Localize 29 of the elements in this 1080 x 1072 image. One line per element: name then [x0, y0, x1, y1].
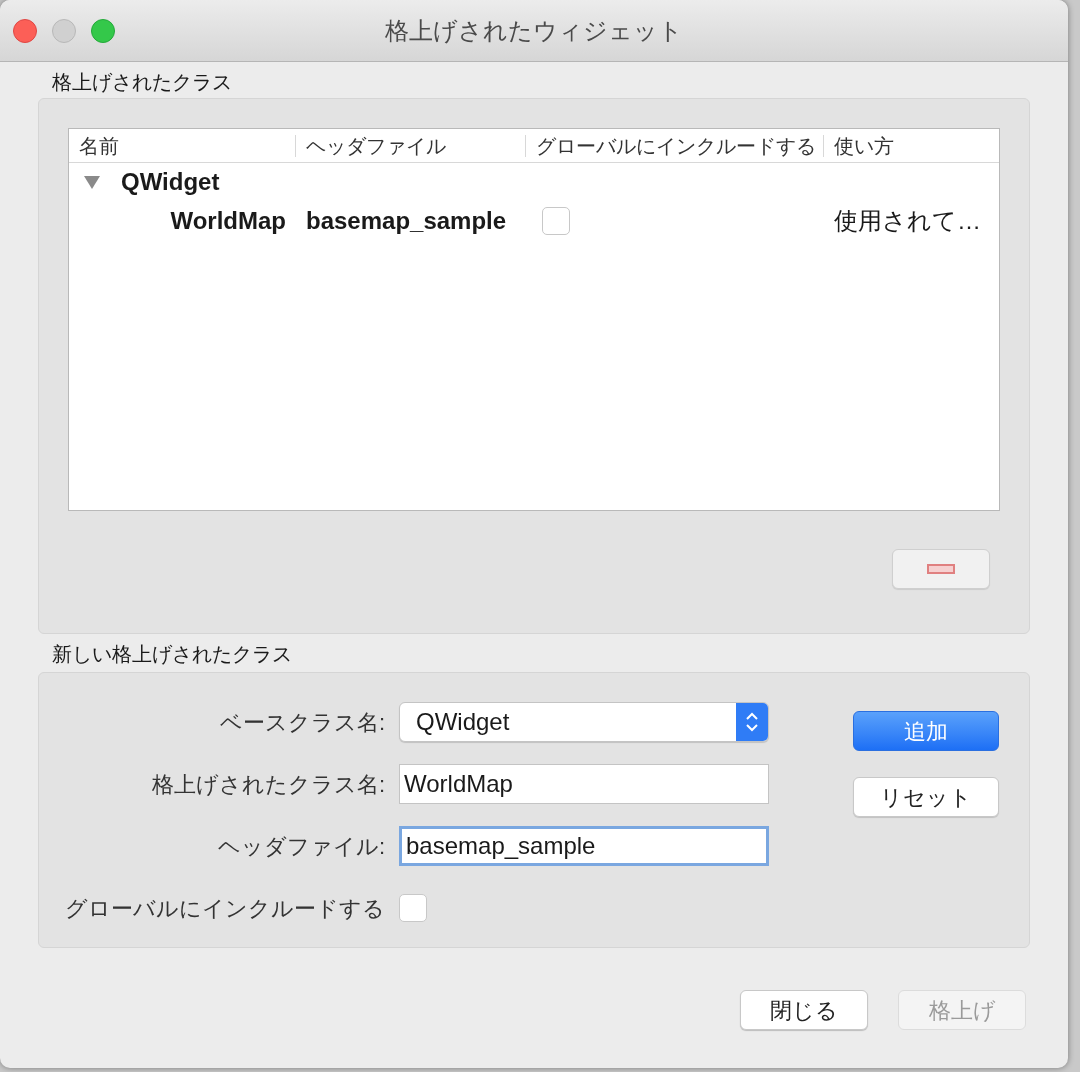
dropdown[interactable]: QWidget	[399, 702, 769, 742]
column-header[interactable]: 名前	[79, 130, 119, 161]
class-name: QWidget	[121, 167, 220, 197]
minimize-button[interactable]	[52, 18, 76, 43]
table-cell: basemap_sample	[306, 207, 507, 234]
column-header[interactable]: 使い方	[834, 130, 894, 161]
field-label: 格上げされたクラス名:	[151, 770, 385, 799]
window-title: 格上げされたウィジェット	[385, 15, 683, 46]
column-header[interactable]: グローバルにインクルードする	[536, 130, 816, 161]
input-field[interactable]: WorldMap	[399, 764, 769, 804]
checkbox[interactable]	[399, 894, 427, 922]
remove-button[interactable]	[892, 549, 990, 589]
zoom-button[interactable]	[91, 18, 115, 43]
section-title: 新しい格上げされたクラス	[51, 642, 293, 667]
dialog-button[interactable]: 閉じる	[740, 990, 868, 1030]
table-cell: 使用されて…	[834, 207, 981, 234]
close-button[interactable]	[13, 18, 37, 43]
minus-icon	[927, 564, 955, 574]
disclosure-triangle-icon[interactable]	[83, 174, 101, 190]
field-label: ベースクラス名:	[219, 708, 385, 737]
field-label: ヘッダファイル:	[217, 832, 385, 861]
field-label: グローバルにインクルードする	[65, 894, 385, 923]
dialog-button[interactable]: 追加	[853, 711, 999, 751]
dialog-button[interactable]: リセット	[853, 777, 999, 817]
table-cell-text: WorldMap	[170, 206, 286, 236]
section-title: 格上げされたクラス	[51, 70, 233, 95]
column-header[interactable]: ヘッダファイル	[306, 130, 446, 161]
input-field[interactable]: basemap_sample	[399, 826, 769, 866]
checkbox[interactable]	[542, 207, 570, 235]
